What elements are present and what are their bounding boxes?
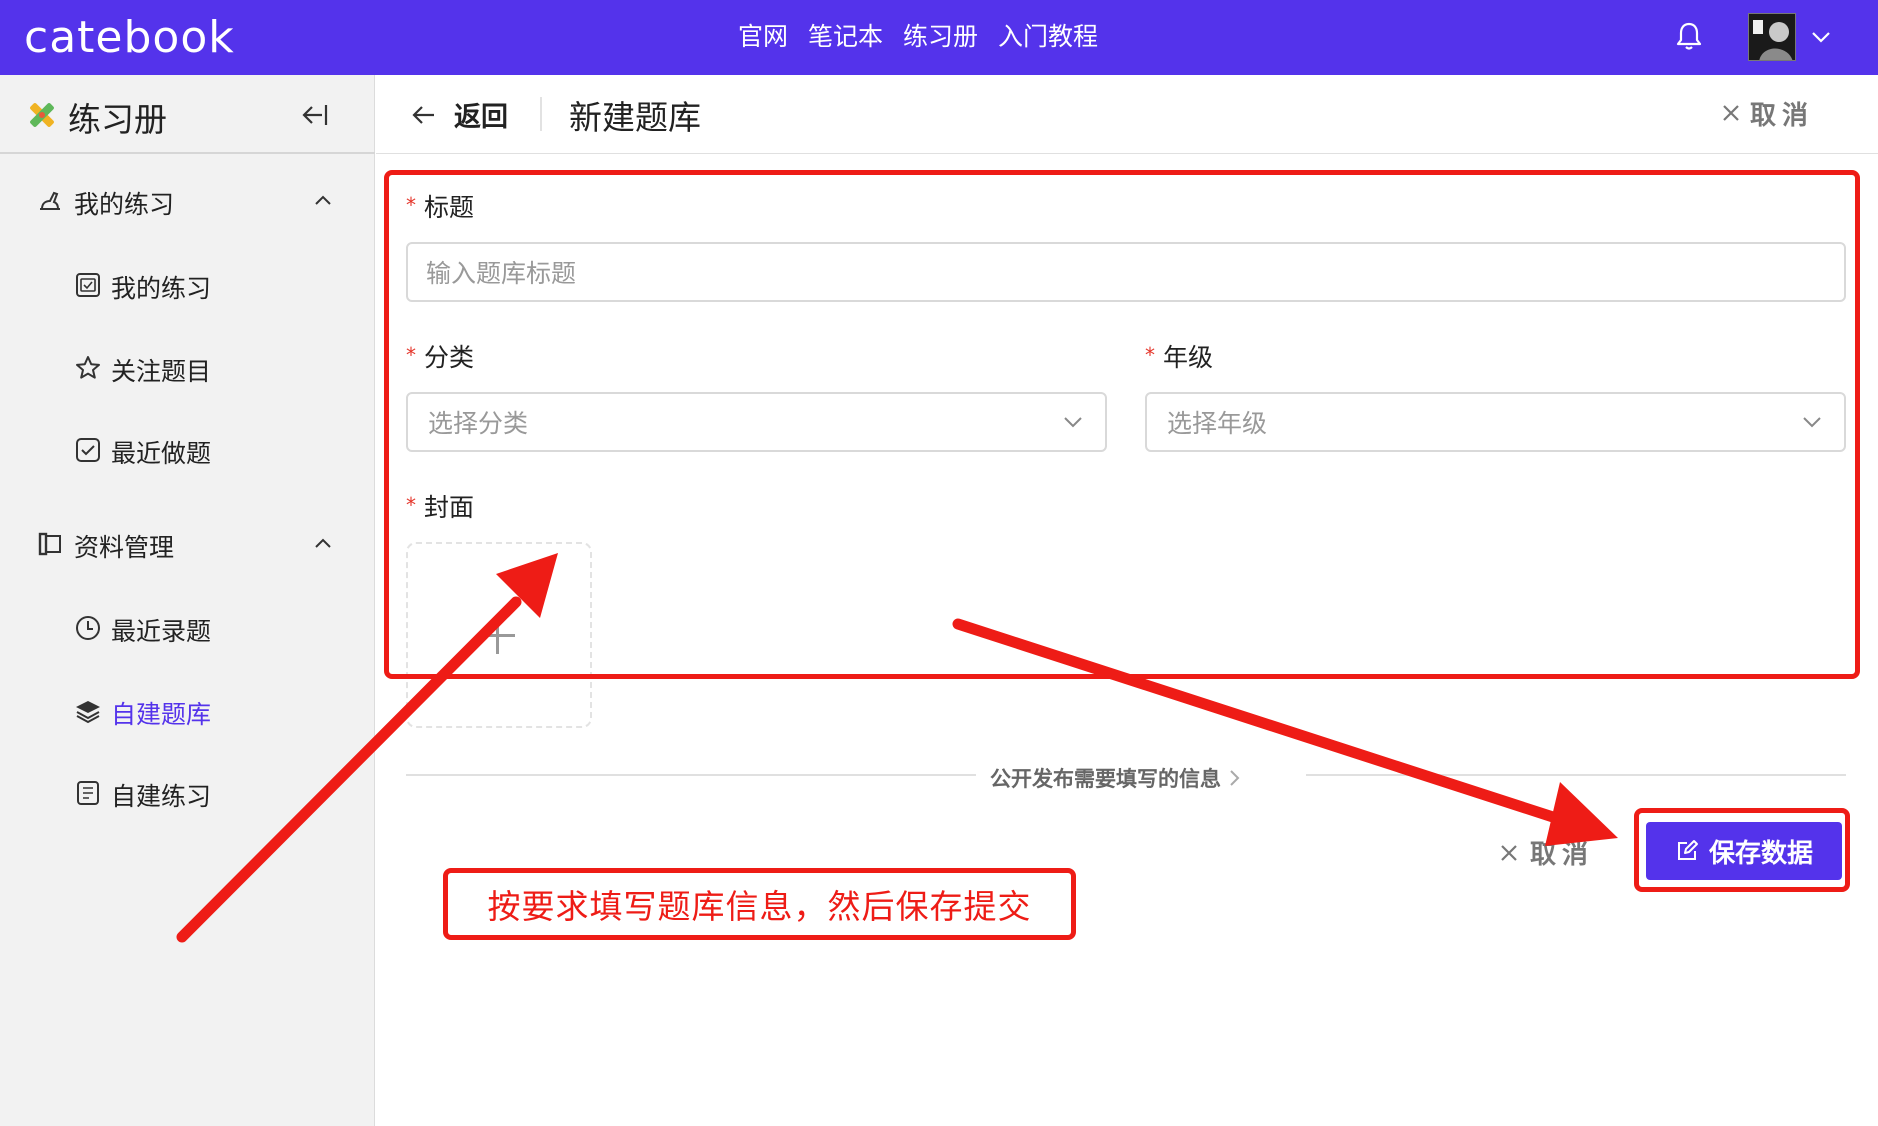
star-icon xyxy=(76,356,100,379)
sidebar-header: 练习册 xyxy=(0,75,375,154)
sidebar-item-label: 最近录题 xyxy=(111,617,212,646)
collapse-sidebar-icon[interactable] xyxy=(298,99,332,131)
bell-icon[interactable] xyxy=(1674,20,1704,52)
cancel-label: 取消 xyxy=(1530,840,1595,870)
nav-workbook[interactable]: 练习册 xyxy=(903,18,978,56)
header-cancel-button[interactable]: 取消 xyxy=(1720,95,1814,131)
document-icon xyxy=(77,781,99,805)
divider-left xyxy=(406,774,976,776)
cancel-label: 取消 xyxy=(1750,100,1815,131)
public-info-label: 公开发布需要填写的信息 xyxy=(990,767,1221,791)
back-button[interactable]: 返回 xyxy=(454,95,508,134)
nav-tutorial[interactable]: 入门教程 xyxy=(998,18,1098,56)
sidebar-item-recent-practice[interactable]: 最近做题 xyxy=(0,420,375,480)
sidebar-item-label: 自建练习 xyxy=(111,782,212,811)
chevron-up-icon[interactable] xyxy=(312,532,334,554)
chevron-right-icon xyxy=(1230,770,1240,786)
close-icon xyxy=(1723,105,1739,121)
sidebar-item-followed-questions[interactable]: 关注题目 xyxy=(0,338,375,398)
practice-card-icon xyxy=(76,273,100,297)
header-divider xyxy=(540,97,542,131)
chevron-up-icon[interactable] xyxy=(312,189,334,211)
page-header: 返回 新建题库 取消 xyxy=(376,75,1878,154)
form-cancel-button[interactable]: 取消 xyxy=(1498,834,1594,871)
sidebar-item-label: 我的练习 xyxy=(111,274,212,303)
arrow-left-icon[interactable] xyxy=(408,100,438,130)
nav-notebook[interactable]: 笔记本 xyxy=(808,18,883,56)
callout-text: 按要求填写题库信息，然后保存提交 xyxy=(487,887,1032,926)
divider-right xyxy=(1306,774,1846,776)
layers-icon xyxy=(76,701,100,724)
save-highlight-box xyxy=(1634,808,1850,892)
sidebar-item-label: 关注题目 xyxy=(111,357,212,386)
check-square-icon xyxy=(76,438,100,462)
sidebar-group-label: 资料管理 xyxy=(74,533,175,562)
instruction-callout: 按要求填写题库信息，然后保存提交 xyxy=(443,868,1076,940)
chevron-down-icon[interactable] xyxy=(1808,24,1834,50)
sidebar-item-label: 最近做题 xyxy=(111,439,212,468)
close-icon xyxy=(1501,844,1517,861)
sidebar-item-custom-bank[interactable]: 自建题库 xyxy=(0,681,375,741)
top-bar: catebook 官网 笔记本 练习册 入门教程 xyxy=(0,0,1878,75)
form-highlight-box xyxy=(384,170,1860,679)
top-nav: 官网 笔记本 练习册 入门教程 xyxy=(738,18,1098,56)
public-info-link[interactable]: 公开发布需要填写的信息 xyxy=(990,763,1241,793)
sidebar-item-custom-practice[interactable]: 自建练习 xyxy=(0,763,375,823)
brand-logo[interactable]: catebook xyxy=(24,12,235,63)
sidebar: 练习册 我的练习 我的练习 关注题目 最近做题 资料管理 最近录题 自建题库 自… xyxy=(0,75,375,1126)
nav-official-site[interactable]: 官网 xyxy=(738,18,788,56)
sidebar-item-label: 自建题库 xyxy=(111,700,212,729)
clock-icon xyxy=(76,616,100,640)
book-icon xyxy=(38,532,61,556)
sidebar-title: 练习册 xyxy=(68,100,167,139)
sidebar-item-my-practice[interactable]: 我的练习 xyxy=(0,255,375,315)
page-title: 新建题库 xyxy=(569,98,701,137)
sidebar-item-recent-entries[interactable]: 最近录题 xyxy=(0,598,375,658)
sidebar-group-label: 我的练习 xyxy=(74,190,175,219)
sidebar-group-materials[interactable]: 资料管理 xyxy=(0,514,375,574)
sidebar-group-my-practice[interactable]: 我的练习 xyxy=(0,171,375,231)
avatar[interactable] xyxy=(1748,13,1796,61)
hand-icon xyxy=(40,191,60,210)
workbook-logo-icon xyxy=(30,103,54,127)
